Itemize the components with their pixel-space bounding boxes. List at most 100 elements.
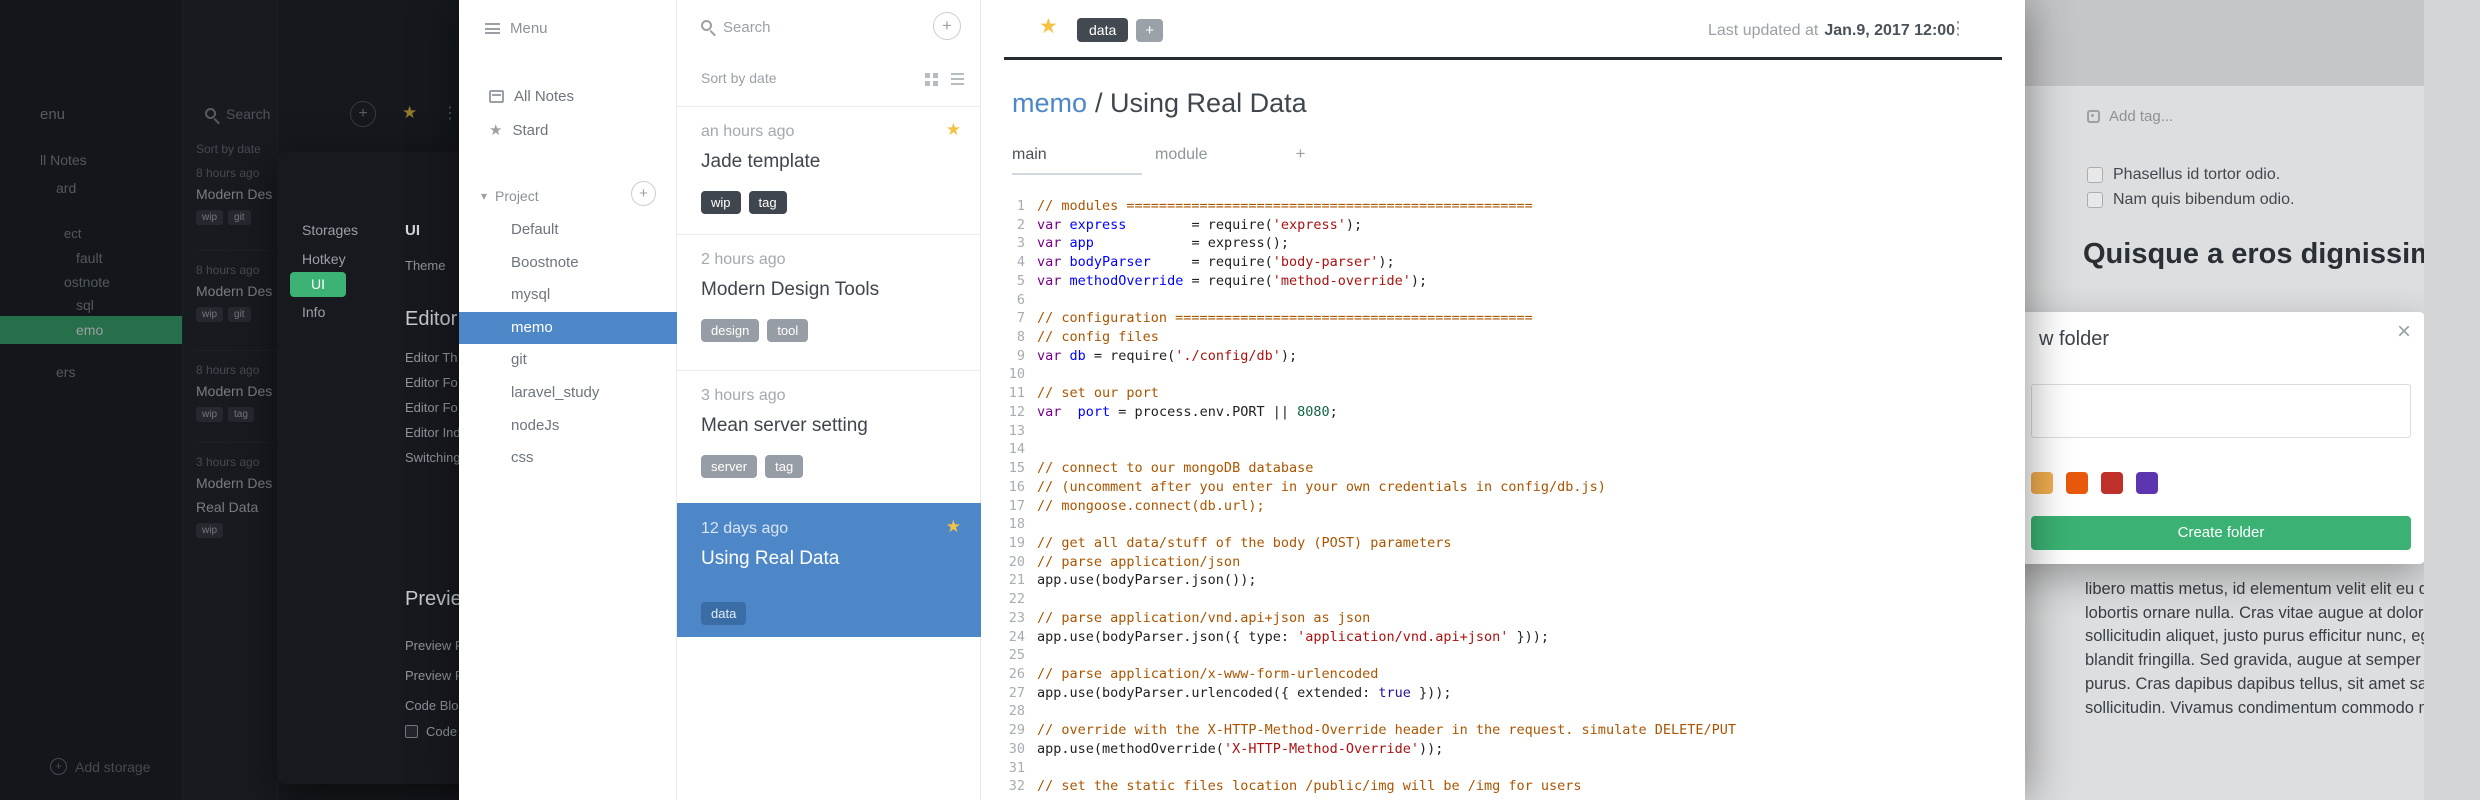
menu-label: Menu bbox=[510, 20, 548, 37]
left-dark-app-window: enu Search + ★ ⋮ ll Notes ard ect fault … bbox=[0, 0, 459, 800]
note-list-item[interactable]: 12 days ago ★ Using Real Data data bbox=[677, 503, 981, 637]
sidebar-folder-Default[interactable]: Default bbox=[459, 214, 677, 247]
list-view-icon[interactable] bbox=[951, 73, 964, 75]
stage: enu Search + ★ ⋮ ll Notes ard ect fault … bbox=[0, 0, 2480, 800]
menu-button[interactable]: Menu bbox=[485, 20, 548, 37]
note-list-item[interactable]: an hours ago ★ Jade template wip tag bbox=[677, 106, 981, 234]
sidebar-folder-css[interactable]: css bbox=[459, 442, 677, 475]
modal-title: w folder bbox=[2039, 328, 2110, 350]
settings-item[interactable]: Code Blo bbox=[405, 698, 458, 713]
add-tab-button[interactable]: + bbox=[1295, 144, 1305, 164]
sort-selector[interactable]: Sort by date bbox=[701, 70, 777, 86]
code-line: 31 bbox=[981, 759, 2025, 778]
code-line: 16// (uncomment after you enter in your … bbox=[981, 478, 2025, 497]
last-updated-value: Jan.9, 2017 12:00 bbox=[1824, 22, 1956, 39]
settings-item[interactable]: Preview F bbox=[405, 638, 459, 653]
settings-item[interactable]: Preview F bbox=[405, 668, 459, 683]
note-time: 12 days ago bbox=[701, 520, 789, 537]
breadcrumb-folder[interactable]: memo bbox=[1012, 88, 1087, 118]
color-swatch[interactable] bbox=[2066, 472, 2088, 494]
checkbox-icon[interactable] bbox=[405, 725, 418, 738]
settings-nav-storages[interactable]: Storages bbox=[302, 222, 358, 238]
note-list-item[interactable]: 3 hours ago Mean server setting server tag bbox=[677, 370, 981, 503]
note-tags: design tool bbox=[701, 319, 809, 342]
star-toggle-icon[interactable]: ★ bbox=[1039, 14, 1058, 39]
note-tag: tag bbox=[765, 455, 804, 478]
settings-nav-hotkey[interactable]: Hotkey bbox=[302, 251, 346, 267]
line-number: 15 bbox=[1008, 460, 1025, 477]
settings-item[interactable]: Editor Th bbox=[405, 350, 458, 365]
tab-module[interactable]: module bbox=[1155, 146, 1207, 173]
folder-color-swatches bbox=[2031, 472, 2158, 494]
note-tag: server bbox=[701, 455, 758, 478]
settings-item[interactable]: Editor Fo bbox=[405, 375, 458, 390]
settings-item[interactable]: Editor Fo bbox=[405, 400, 458, 415]
hamburger-icon bbox=[485, 23, 500, 34]
sidebar-folder-nodeJs[interactable]: nodeJs bbox=[459, 410, 677, 443]
project-label: Project bbox=[495, 188, 539, 204]
code-line: 9 var db = require('./config/db'); bbox=[981, 347, 2025, 366]
sidebar-item-all-notes[interactable]: All Notes bbox=[489, 88, 574, 105]
sidebar: Menu All Notes ★ Stard ▾ Project + Defau… bbox=[459, 0, 677, 800]
settings-item[interactable]: Editor Ind bbox=[405, 425, 459, 440]
search-icon bbox=[701, 20, 712, 31]
line-number: 28 bbox=[1008, 703, 1025, 720]
sidebar-folder-mysql[interactable]: mysql bbox=[459, 279, 677, 312]
snippet-tabs: main module + bbox=[1012, 144, 1305, 175]
line-number: 23 bbox=[1008, 609, 1025, 626]
code-editor[interactable]: 1// modules ============================… bbox=[981, 197, 2025, 800]
folder-list: Default Boostnote mysql memo git laravel_stud… bbox=[459, 214, 677, 475]
note-breadcrumb-title: memo / Using Real Data bbox=[1012, 88, 1307, 119]
note-time: 3 hours ago bbox=[701, 387, 786, 404]
code-line: 18 bbox=[981, 515, 2025, 534]
code-line: 2 var express = require('express'); bbox=[981, 216, 2025, 235]
settings-theme-label[interactable]: Theme bbox=[405, 258, 445, 273]
sidebar-folder-laravel_study[interactable]: laravel_study bbox=[459, 377, 677, 410]
add-folder-button[interactable]: + bbox=[631, 181, 656, 206]
settings-item[interactable]: Switching bbox=[405, 450, 459, 465]
sidebar-folder-Boostnote[interactable]: Boostnote bbox=[459, 247, 677, 280]
grid-view-icon[interactable] bbox=[925, 73, 930, 78]
create-folder-button[interactable]: Create folder bbox=[2031, 516, 2411, 550]
project-tree-header[interactable]: ▾ Project bbox=[481, 188, 539, 204]
folder-name-input[interactable] bbox=[2031, 384, 2411, 438]
line-number: 30 bbox=[1008, 740, 1025, 757]
new-note-button[interactable]: + bbox=[933, 12, 961, 40]
note-tags: data + bbox=[1077, 18, 1164, 42]
note-title-text: / Using Real Data bbox=[1095, 88, 1307, 118]
code-line: 10 bbox=[981, 365, 2025, 384]
settings-checkbox-item[interactable]: Code B bbox=[405, 724, 459, 739]
code-line: 21 app.use(bodyParser.json()); bbox=[981, 571, 2025, 590]
note-tags: wip tag bbox=[701, 191, 787, 214]
settings-nav-ui-active[interactable]: UI bbox=[290, 272, 346, 297]
line-number: 24 bbox=[1008, 628, 1025, 645]
note-tag: design bbox=[701, 319, 760, 342]
line-number: 22 bbox=[1008, 591, 1025, 608]
code-line: 32// set the static files location /publ… bbox=[981, 777, 2025, 796]
note-menu-icon[interactable]: ⋮ bbox=[1949, 18, 1967, 39]
sidebar-item-starred[interactable]: ★ Stard bbox=[489, 121, 548, 140]
line-number: 21 bbox=[1008, 572, 1025, 589]
tab-main[interactable]: main bbox=[1012, 146, 1142, 175]
last-updated: Last updated at Jan.9, 2017 12:00 bbox=[1708, 22, 1956, 39]
sidebar-folder-memo[interactable]: memo bbox=[459, 311, 677, 345]
close-icon[interactable]: × bbox=[2397, 318, 2411, 346]
add-tag-button[interactable]: + bbox=[1136, 18, 1164, 42]
note-list-item[interactable]: 2 hours ago Modern Design Tools design tool bbox=[677, 234, 981, 370]
code-line: 3 var app = express(); bbox=[981, 234, 2025, 253]
code-line: 8// config files bbox=[981, 328, 2025, 347]
code-line: 7// configuration ======================… bbox=[981, 309, 2025, 328]
color-swatch[interactable] bbox=[2031, 472, 2053, 494]
color-swatch[interactable] bbox=[2136, 472, 2158, 494]
search-input[interactable] bbox=[723, 12, 913, 42]
line-number: 26 bbox=[1008, 665, 1025, 682]
star-icon: ★ bbox=[489, 122, 503, 139]
settings-section-heading: Previe bbox=[405, 588, 459, 610]
code-line: 15// connect to our mongoDB database bbox=[981, 459, 2025, 478]
line-number: 10 bbox=[1008, 366, 1025, 383]
color-swatch[interactable] bbox=[2101, 472, 2123, 494]
line-number: 29 bbox=[1008, 722, 1025, 739]
sidebar-folder-git[interactable]: git bbox=[459, 344, 677, 377]
note-tag: data bbox=[701, 602, 747, 625]
settings-nav-info[interactable]: Info bbox=[302, 304, 325, 320]
